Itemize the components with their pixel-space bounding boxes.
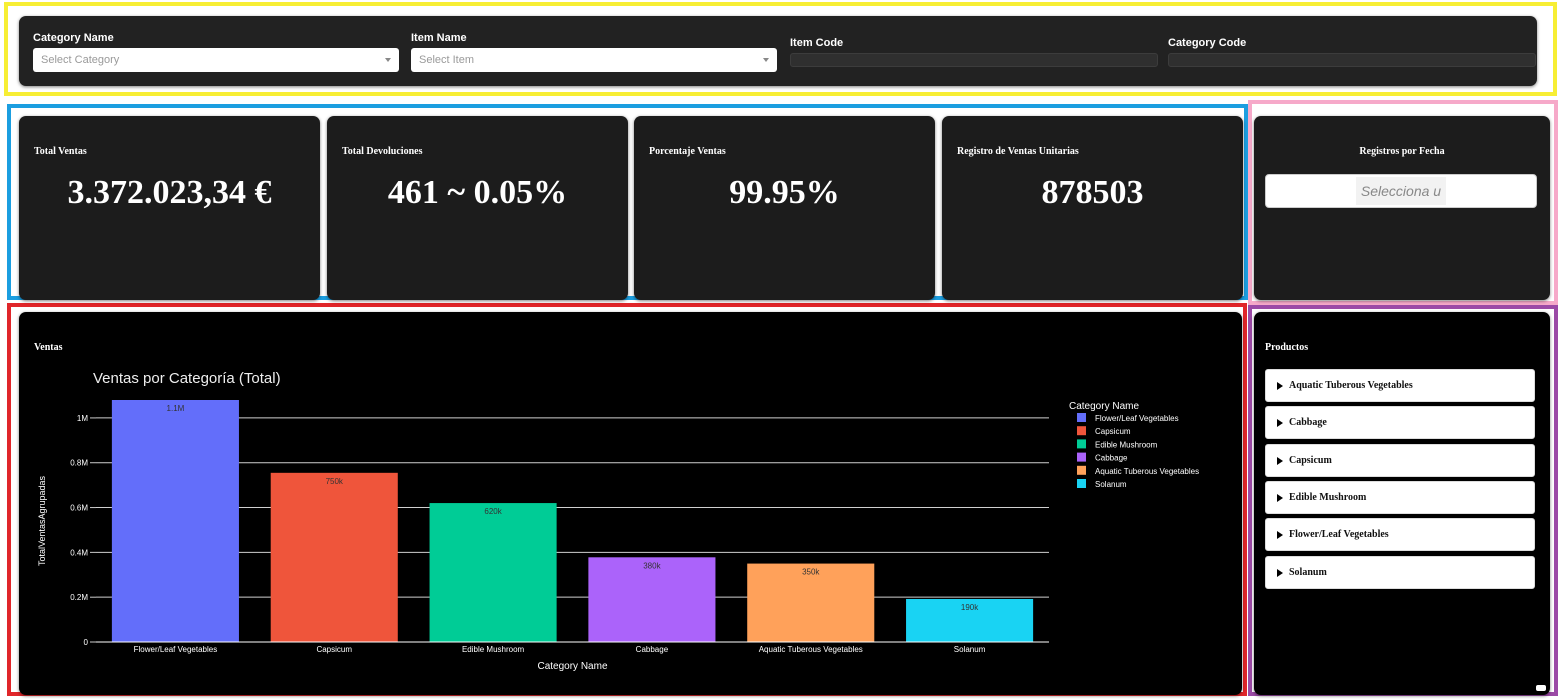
product-item-aquatic[interactable]: Aquatic Tuberous Vegetables xyxy=(1265,369,1535,402)
kpi-total-devoluciones: Total Devoluciones 461 ~ 0.05% xyxy=(327,116,628,300)
caret-right-icon xyxy=(1277,419,1283,427)
date-filter-title: Registros por Fecha xyxy=(1359,146,1445,157)
ventas-card: Ventas Ventas por Categoría (Total) 0 0.2M… xyxy=(19,312,1242,695)
kpi-total-ventas: Total Ventas 3.372.023,34 € xyxy=(19,116,320,300)
bar xyxy=(270,472,398,642)
bar-data-label: 750k xyxy=(326,477,344,486)
kpi-porcentaje-ventas: Porcentaje Ventas 99.95% xyxy=(634,116,935,300)
legend-swatch xyxy=(1077,465,1086,475)
legend-entry: Edible Mushroom xyxy=(1095,440,1158,449)
caret-right-icon xyxy=(1277,494,1283,502)
category-code-label: Category Code xyxy=(1168,37,1247,49)
product-item-cabbage[interactable]: Cabbage xyxy=(1265,406,1535,439)
x-tick-label: Edible Mushroom xyxy=(462,645,525,654)
product-label: Solanum xyxy=(1289,567,1327,578)
x-tick-label: Cabbage xyxy=(636,645,669,654)
category-select[interactable]: Select Category xyxy=(33,48,399,72)
chevron-down-icon xyxy=(385,58,391,62)
x-tick-label: Flower/Leaf Vegetables xyxy=(134,645,218,654)
item-select[interactable]: Select Item xyxy=(411,48,777,72)
product-label: Flower/Leaf Vegetables xyxy=(1289,529,1389,540)
date-input[interactable]: Selecciona u xyxy=(1356,177,1446,205)
product-label: Cabbage xyxy=(1289,417,1327,428)
date-picker[interactable]: Selecciona u xyxy=(1265,174,1537,208)
legend-entry: Solanum xyxy=(1095,480,1127,489)
bar-data-label: 350k xyxy=(802,568,820,577)
product-label: Aquatic Tuberous Vegetables xyxy=(1289,380,1413,391)
kpi-title: Porcentaje Ventas xyxy=(649,146,726,157)
legend-swatch xyxy=(1077,439,1086,449)
kpi-title: Total Devoluciones xyxy=(342,146,423,157)
category-name-label: Category Name xyxy=(33,32,114,44)
y-tick-label: 0.2M xyxy=(70,593,88,602)
product-item-flower-leaf[interactable]: Flower/Leaf Vegetables xyxy=(1265,518,1535,551)
date-filter-card: Registros por Fecha Selecciona u xyxy=(1254,116,1550,300)
kpi-registro-ventas: Registro de Ventas Unitarias 878503 xyxy=(942,116,1243,300)
caret-right-icon xyxy=(1277,382,1283,390)
category-select-placeholder: Select Category xyxy=(41,54,120,66)
y-tick-label: 0.8M xyxy=(70,459,88,468)
legend-entry: Aquatic Tuberous Vegetables xyxy=(1095,467,1199,476)
product-item-capsicum[interactable]: Capsicum xyxy=(1265,444,1535,477)
y-tick-label: 1M xyxy=(77,414,88,423)
y-tick-label: 0.6M xyxy=(70,504,88,513)
category-code-field xyxy=(1168,53,1536,67)
legend-entry: Capsicum xyxy=(1095,427,1131,436)
legend-swatch xyxy=(1077,479,1086,488)
bar-data-label: 1.1M xyxy=(167,404,185,413)
filters-panel: Category Name Select Category Item Name … xyxy=(19,16,1537,86)
x-tick-label: Capsicum xyxy=(316,645,352,654)
kpi-value: 3.372.023,34 € xyxy=(67,174,272,211)
legend-swatch xyxy=(1077,426,1086,436)
bar xyxy=(429,503,557,642)
y-tick-label: 0.4M xyxy=(70,548,88,557)
kpi-value: 461 ~ 0.05% xyxy=(387,174,568,211)
legend-entry: Flower/Leaf Vegetables xyxy=(1095,414,1179,423)
kpi-title: Total Ventas xyxy=(34,146,87,157)
legend-title: Category Name xyxy=(1069,401,1139,412)
chevron-down-icon xyxy=(763,58,769,62)
y-tick-label: 0 xyxy=(84,638,89,647)
bar-data-label: 380k xyxy=(643,561,661,570)
item-name-label: Item Name xyxy=(411,32,467,44)
bar-data-label: 620k xyxy=(484,507,502,516)
sales-bar-chart: Ventas por Categoría (Total) 0 0.2M 0.4M 0.6… xyxy=(37,370,1199,672)
item-code-field xyxy=(790,53,1158,67)
kpi-title: Registro de Ventas Unitarias xyxy=(957,146,1079,157)
item-code-label: Item Code xyxy=(790,37,844,49)
legend-entry: Cabbage xyxy=(1095,454,1128,463)
kpi-value: 878503 xyxy=(1041,174,1144,211)
product-label: Edible Mushroom xyxy=(1289,492,1367,503)
caret-right-icon xyxy=(1277,569,1283,577)
caret-right-icon xyxy=(1277,531,1283,539)
kpi-value: 99.95% xyxy=(729,174,840,211)
x-tick-label: Aquatic Tuberous Vegetables xyxy=(759,645,863,654)
chart-title: Ventas por Categoría (Total) xyxy=(93,370,281,387)
legend-swatch xyxy=(1077,413,1086,422)
y-axis-title: TotalVentasAgrupadas xyxy=(37,475,47,566)
x-tick-label: Solanum xyxy=(954,645,986,654)
resize-handle xyxy=(1536,685,1546,691)
productos-title: Productos xyxy=(1265,342,1309,353)
bar xyxy=(111,400,239,642)
caret-right-icon xyxy=(1277,457,1283,465)
product-label: Capsicum xyxy=(1289,455,1332,466)
legend-swatch xyxy=(1077,452,1086,462)
product-item-solanum[interactable]: Solanum xyxy=(1265,556,1535,589)
x-axis-title: Category Name xyxy=(537,661,607,672)
bar-data-label: 190k xyxy=(961,603,979,612)
item-select-placeholder: Select Item xyxy=(419,54,475,66)
productos-card: Productos Aquatic Tuberous Vegetables Ca… xyxy=(1254,312,1550,695)
product-item-edible-mushroom[interactable]: Edible Mushroom xyxy=(1265,481,1535,514)
